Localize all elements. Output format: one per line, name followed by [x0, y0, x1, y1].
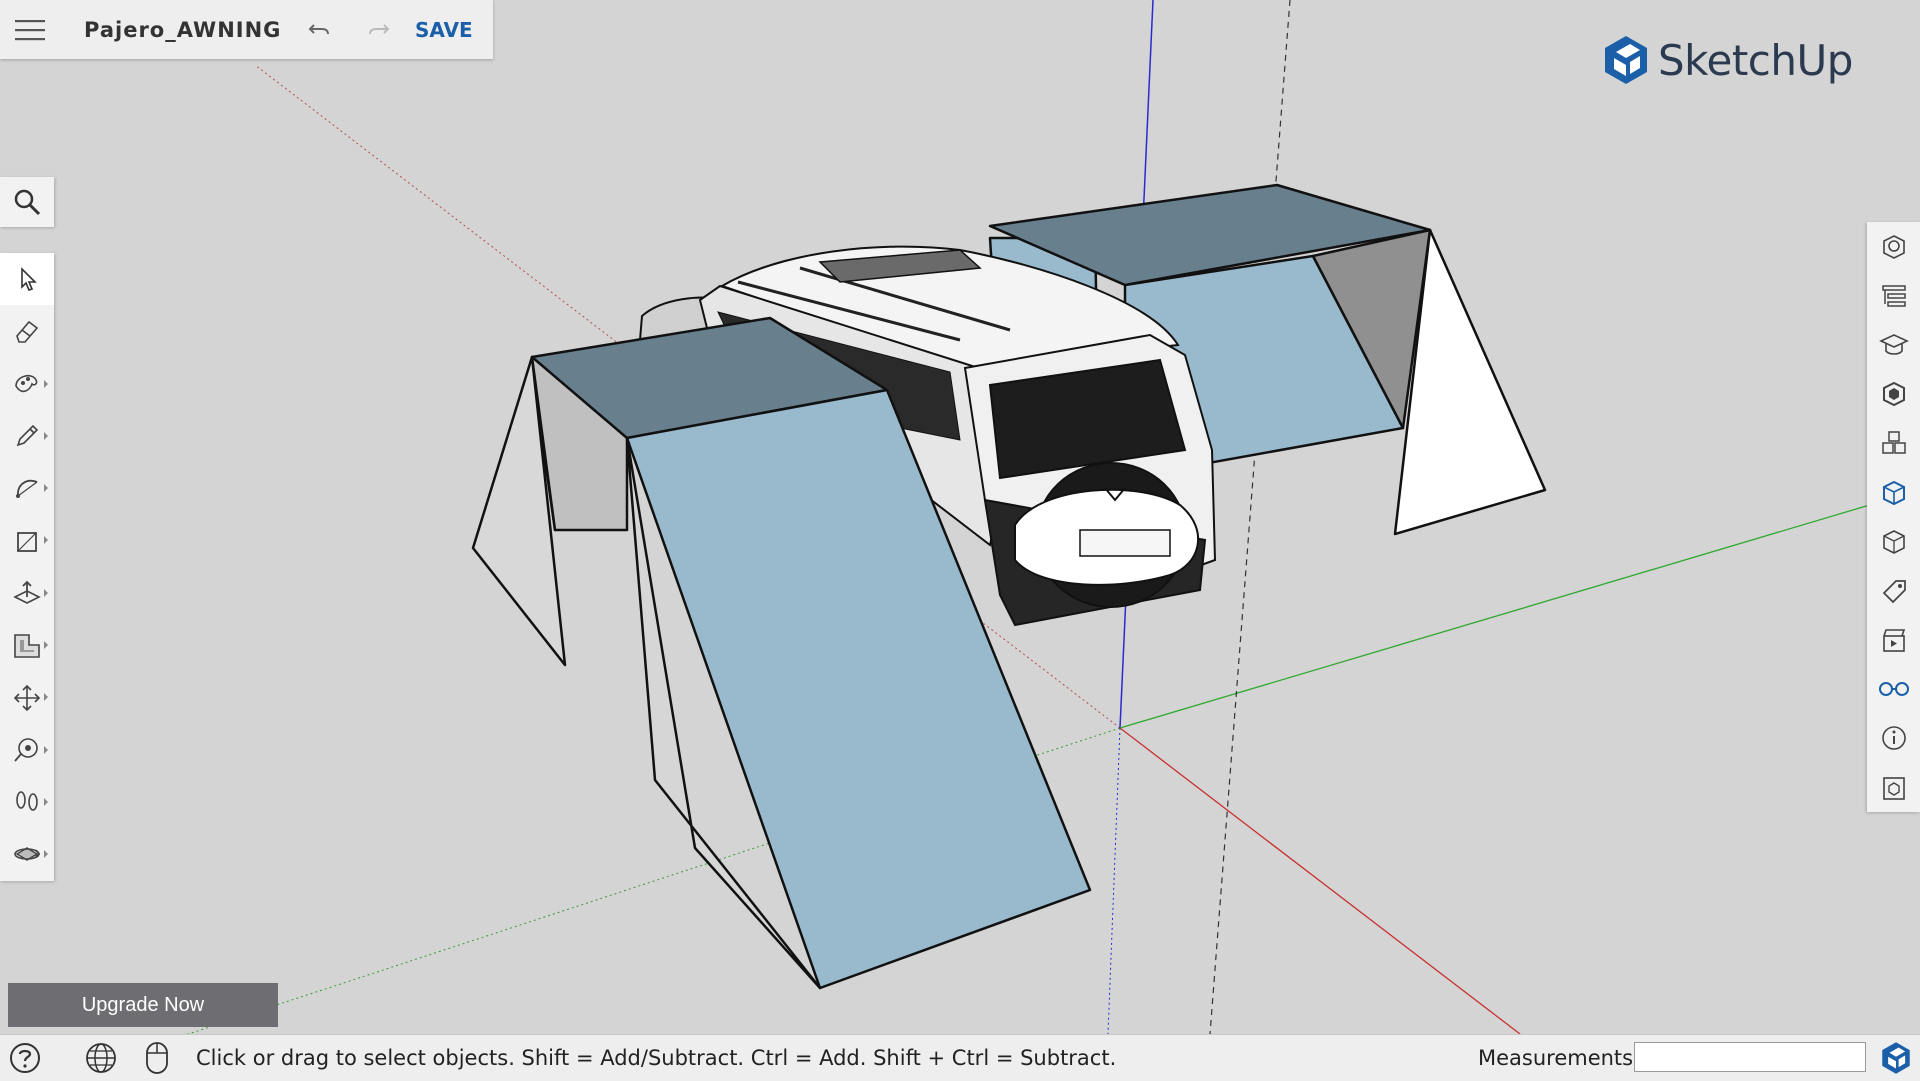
- solid-tools-button[interactable]: [1867, 468, 1920, 517]
- line-tool[interactable]: [0, 410, 54, 462]
- solid-tools-icon: [1882, 480, 1905, 505]
- paint-bucket-tool[interactable]: [0, 358, 54, 410]
- geo-location-button[interactable]: [76, 1035, 126, 1081]
- orbit-tool[interactable]: [0, 828, 54, 880]
- submenu-caret: [44, 484, 48, 493]
- sketchup-status-logo[interactable]: [1880, 1041, 1912, 1080]
- rectangle-tool[interactable]: [0, 514, 54, 566]
- app-name: SketchUp: [1658, 35, 1853, 85]
- submenu-caret: [44, 797, 48, 806]
- outliner-icon: [1881, 285, 1906, 307]
- arc-icon: [16, 480, 38, 499]
- tape-measure-tool[interactable]: [0, 724, 54, 776]
- materials-icon: [1882, 382, 1905, 407]
- hamburger-icon: [15, 19, 45, 40]
- styles-button[interactable]: [1867, 517, 1920, 566]
- components-icon: [1881, 431, 1906, 455]
- display-button[interactable]: [1867, 665, 1920, 714]
- sketchup-logo-icon: [1882, 1042, 1910, 1074]
- arc-tool[interactable]: [0, 462, 54, 514]
- green-axis: [1119, 489, 1920, 729]
- rectangle-icon: [17, 531, 37, 552]
- push-pull-tool[interactable]: [0, 567, 54, 619]
- sketchup-logo-icon: [1605, 36, 1647, 84]
- pencil-icon: [16, 424, 39, 447]
- arrow-cursor-icon: [21, 267, 37, 292]
- document-title[interactable]: Pajero_AWNING: [84, 18, 289, 42]
- materials-button[interactable]: [1867, 370, 1920, 419]
- measurements-label: Measurements: [1478, 1046, 1634, 1070]
- top-bar: Pajero_AWNING SAVE: [0, 0, 493, 59]
- help-icon: [10, 1043, 40, 1073]
- scenes-icon: [1882, 629, 1905, 652]
- outliner-button[interactable]: [1867, 271, 1920, 320]
- status-message: Click or drag to select objects. Shift =…: [196, 1046, 1117, 1070]
- help-button[interactable]: [0, 1035, 50, 1081]
- footprints-icon: [16, 791, 38, 811]
- submenu-caret: [44, 850, 48, 859]
- measurements-input[interactable]: [1634, 1042, 1866, 1072]
- red-axis: [1119, 727, 1521, 1035]
- move-tool[interactable]: [0, 671, 54, 723]
- tags-button[interactable]: [1867, 566, 1920, 615]
- tape-measure-icon: [14, 738, 38, 762]
- model-viewport[interactable]: [0, 0, 1920, 1080]
- redo-icon: [369, 23, 390, 34]
- redo-button[interactable]: [349, 0, 409, 59]
- display-icon: [1878, 682, 1909, 697]
- submenu-caret: [44, 693, 48, 702]
- mouse-mode-button[interactable]: [132, 1035, 182, 1081]
- save-button[interactable]: SAVE: [415, 18, 473, 42]
- search-icon: [14, 189, 41, 216]
- select-tool[interactable]: [0, 253, 54, 306]
- offset-icon: [14, 634, 40, 659]
- submenu-caret: [44, 641, 48, 650]
- instructor-icon: [1878, 334, 1909, 355]
- 3d-warehouse-icon: [1882, 776, 1905, 800]
- offset-tool[interactable]: [0, 619, 54, 671]
- scenes-button[interactable]: [1867, 616, 1920, 665]
- globe-icon: [86, 1043, 116, 1073]
- move-icon: [13, 684, 41, 711]
- left-toolbar: [0, 253, 54, 881]
- entity-info-icon: [1882, 234, 1905, 259]
- components-button[interactable]: [1867, 419, 1920, 468]
- search-button[interactable]: [0, 177, 54, 227]
- status-bar: Click or drag to select objects. Shift =…: [0, 1034, 1920, 1081]
- upgrade-now-button[interactable]: Upgrade Now: [8, 983, 278, 1027]
- instructor-button[interactable]: [1867, 320, 1920, 369]
- guide-line: [1209, 0, 1291, 1035]
- paint-icon: [15, 374, 38, 392]
- tags-icon: [1882, 580, 1906, 604]
- submenu-caret: [44, 379, 48, 388]
- submenu-caret: [44, 431, 48, 440]
- 3d-warehouse-button[interactable]: [1867, 763, 1920, 812]
- right-panel-toolbar: [1867, 222, 1920, 812]
- push-pull-icon: [13, 580, 41, 604]
- submenu-caret: [44, 745, 48, 754]
- eraser-icon: [16, 321, 39, 344]
- main-menu-button[interactable]: [0, 0, 60, 59]
- undo-icon: [308, 23, 329, 34]
- submenu-caret: [44, 536, 48, 545]
- model-info-button[interactable]: [1867, 714, 1920, 763]
- orbit-icon: [14, 847, 41, 862]
- entity-info-button[interactable]: [1867, 222, 1920, 271]
- blue-axis-negative: [1107, 727, 1121, 1035]
- eraser-tool[interactable]: [0, 305, 54, 357]
- styles-icon: [1882, 529, 1905, 554]
- undo-button[interactable]: [289, 0, 349, 59]
- sketchup-logo: SketchUp: [1602, 34, 1853, 86]
- submenu-caret: [44, 588, 48, 597]
- walk-tool[interactable]: [0, 776, 54, 828]
- model-info-icon: [1881, 726, 1906, 751]
- mouse-icon: [146, 1042, 168, 1074]
